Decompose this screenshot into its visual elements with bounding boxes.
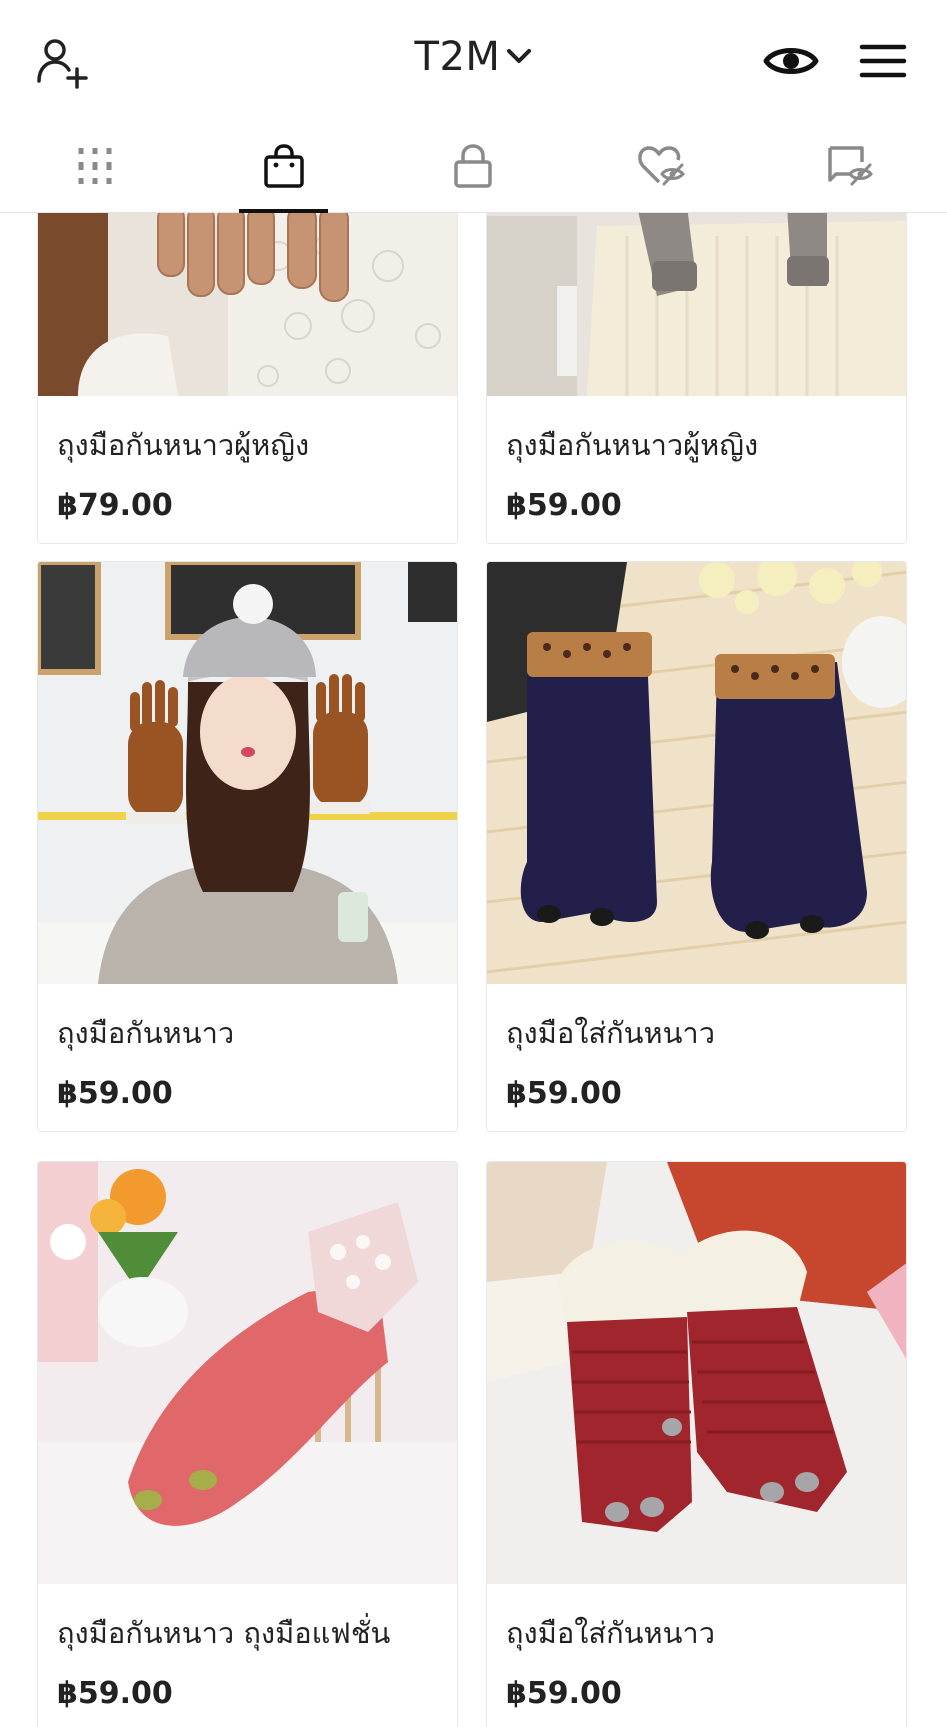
product-price: ฿59.00 bbox=[506, 1076, 622, 1111]
product-card[interactable]: ถุงมือใส่กันหนาว ฿59.00 bbox=[486, 1161, 907, 1727]
tab-private[interactable] bbox=[378, 120, 567, 212]
tab-bar bbox=[0, 120, 947, 213]
top-header: T2M bbox=[0, 0, 947, 120]
product-card[interactable]: ถุงมือกันหนาวผู้หญิง ฿59.00 bbox=[486, 213, 907, 544]
product-card[interactable]: ถุงมือกันหนาวผู้หญิง ฿79.00 bbox=[37, 213, 458, 544]
tab-all[interactable] bbox=[0, 120, 189, 212]
tab-hidden-likes[interactable] bbox=[567, 120, 756, 212]
eye-icon bbox=[763, 48, 819, 74]
product-grid: ถุงมือกันหนาวผู้หญิง ฿79.00 ถุงมือกันหนา… bbox=[0, 213, 947, 1727]
tab-shop[interactable] bbox=[189, 120, 378, 213]
product-title: ถุงมือใส่กันหนาว bbox=[506, 1616, 716, 1650]
chevron-down-icon bbox=[507, 49, 532, 63]
product-title: ถุงมือกันหนาว bbox=[57, 1016, 235, 1050]
product-photo[interactable] bbox=[487, 1162, 906, 1584]
product-info: ถุงมือใส่กันหนาว ฿59.00 bbox=[487, 984, 906, 1131]
product-photo[interactable] bbox=[487, 213, 906, 396]
menu-button[interactable] bbox=[852, 30, 914, 92]
product-info: ถุงมือใส่กันหนาว ฿59.00 bbox=[487, 1584, 906, 1727]
tag-hidden-icon bbox=[827, 146, 873, 186]
preview-button[interactable] bbox=[760, 30, 822, 92]
product-title: ถุงมือกันหนาวผู้หญิง bbox=[506, 428, 759, 462]
product-info: ถุงมือกันหนาว ถุงมือแฟชั่น ฿59.00 bbox=[38, 1584, 457, 1727]
product-price: ฿59.00 bbox=[57, 1076, 173, 1111]
account-name: T2M bbox=[414, 34, 501, 80]
product-photo[interactable] bbox=[38, 213, 457, 396]
product-price: ฿59.00 bbox=[506, 1676, 622, 1711]
lock-icon bbox=[453, 144, 492, 188]
product-price: ฿59.00 bbox=[57, 1676, 173, 1711]
product-card[interactable]: ถุงมือกันหนาว ถุงมือแฟชั่น ฿59.00 bbox=[37, 1161, 458, 1727]
product-card[interactable]: ถุงมือใส่กันหนาว ฿59.00 bbox=[486, 561, 907, 1132]
product-photo[interactable] bbox=[38, 562, 457, 984]
shopping-bag-icon bbox=[263, 144, 304, 188]
account-switcher[interactable]: T2M bbox=[374, 34, 574, 80]
product-card[interactable]: ถุงมือกันหนาว ฿59.00 bbox=[37, 561, 458, 1132]
product-info: ถุงมือกันหนาวผู้หญิง ฿59.00 bbox=[487, 396, 906, 543]
hamburger-menu-icon bbox=[859, 44, 907, 78]
product-info: ถุงมือกันหนาว ฿59.00 bbox=[38, 984, 457, 1131]
product-price: ฿59.00 bbox=[506, 488, 622, 523]
product-title: ถุงมือกันหนาวผู้หญิง bbox=[57, 428, 310, 462]
product-title: ถุงมือกันหนาว ถุงมือแฟชั่น bbox=[57, 1616, 391, 1650]
product-info: ถุงมือกันหนาวผู้หญิง ฿79.00 bbox=[38, 396, 457, 543]
product-price: ฿79.00 bbox=[57, 488, 173, 523]
add-user-button[interactable] bbox=[30, 30, 96, 96]
add-user-icon bbox=[37, 39, 88, 89]
heart-hidden-icon bbox=[637, 146, 685, 186]
grid-icon bbox=[78, 148, 111, 184]
tab-hidden-tags[interactable] bbox=[756, 120, 945, 212]
product-title: ถุงมือใส่กันหนาว bbox=[506, 1016, 716, 1050]
product-photo[interactable] bbox=[487, 562, 906, 984]
product-photo[interactable] bbox=[38, 1162, 457, 1584]
